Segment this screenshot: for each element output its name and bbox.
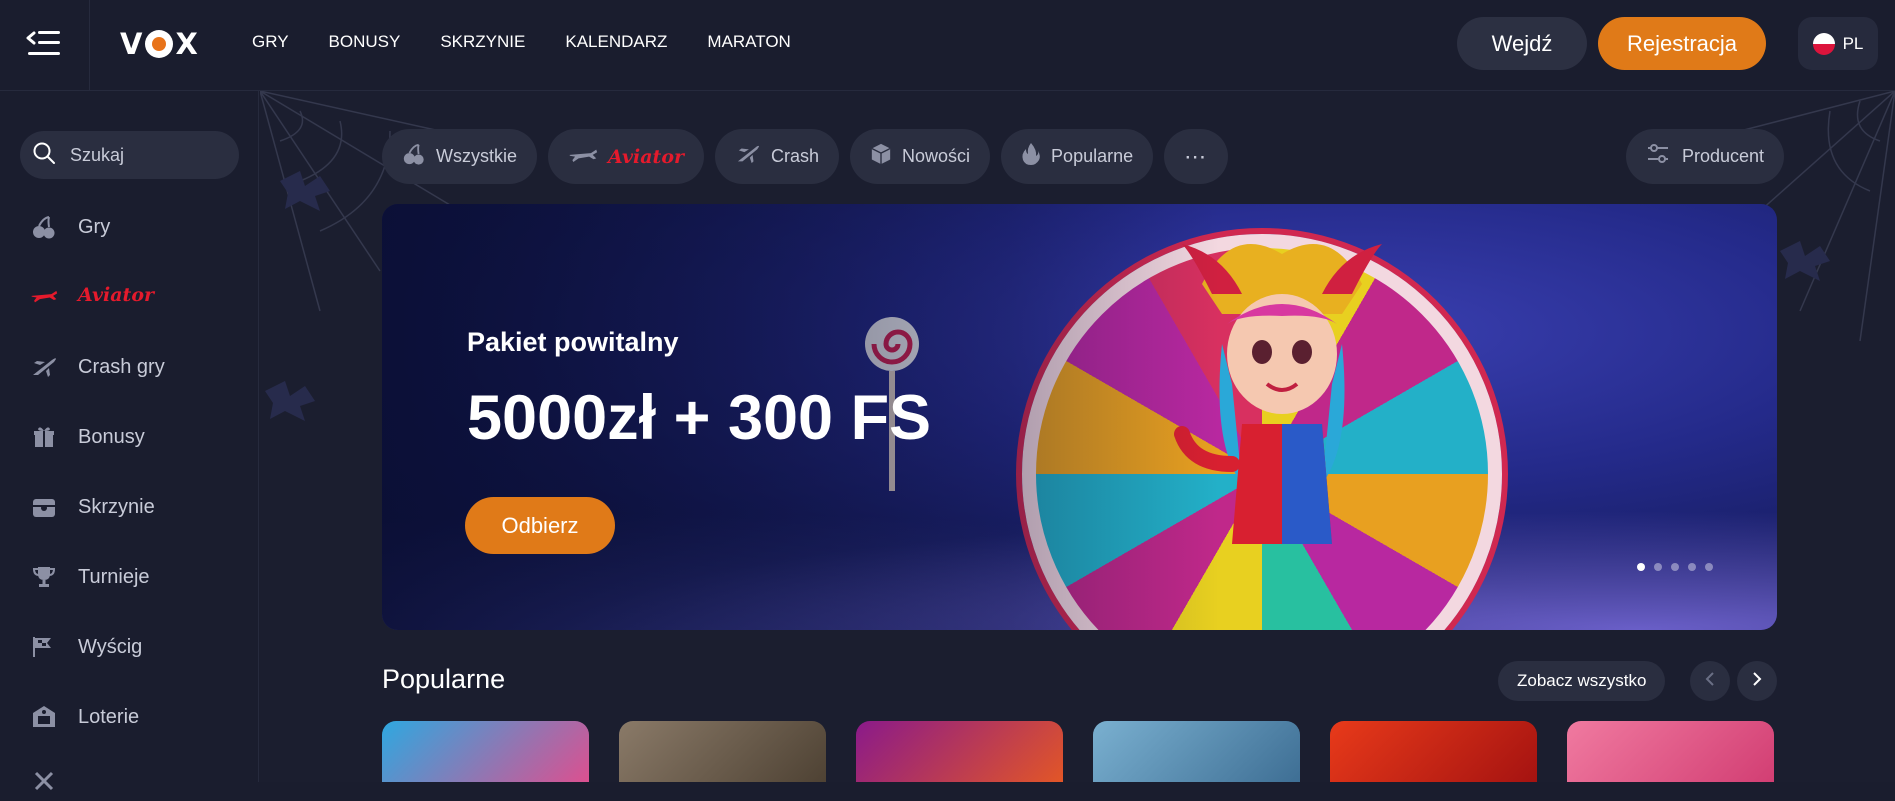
- jet-icon: [735, 143, 761, 170]
- prev-arrow-button[interactable]: [1690, 661, 1730, 701]
- main-content: Wszystkie Aviator Crash Nowości Popularn…: [260, 91, 1895, 782]
- carousel-dots: [1637, 563, 1713, 571]
- game-thumbnail[interactable]: [1330, 721, 1537, 782]
- carousel-dot[interactable]: [1654, 563, 1662, 571]
- filter-icon: [1646, 143, 1670, 170]
- carousel-dot[interactable]: [1705, 563, 1713, 571]
- sidebar-item-bonusy[interactable]: Bonusy: [30, 417, 145, 457]
- poland-flag-icon: [1812, 32, 1835, 55]
- bat-icon: [265, 381, 315, 421]
- register-button[interactable]: Rejestracja: [1598, 17, 1766, 70]
- nav-kalendarz[interactable]: KALENDARZ: [565, 32, 667, 52]
- popular-games-row: [382, 721, 1774, 782]
- category-bar: Wszystkie Aviator Crash Nowości Popularn…: [382, 129, 1229, 184]
- sidebar-item-gry[interactable]: Gry: [30, 207, 110, 247]
- next-arrow-button[interactable]: [1737, 661, 1777, 701]
- flame-icon: [1021, 142, 1041, 171]
- category-label: Crash: [771, 146, 820, 166]
- search-box[interactable]: [20, 131, 239, 179]
- nav-maraton[interactable]: MARATON: [707, 32, 790, 52]
- flags-icon: [30, 633, 58, 661]
- sidebar-item-crash[interactable]: Crash gry: [30, 347, 165, 387]
- chevron-right-icon: [1751, 671, 1763, 692]
- category-crash[interactable]: Crash: [715, 129, 840, 184]
- plane-icon: [568, 145, 598, 168]
- search-input[interactable]: [70, 144, 220, 166]
- claim-button[interactable]: Odbierz: [465, 497, 615, 554]
- cherries-icon: [30, 213, 58, 241]
- sidebar-item-label: Aviator: [78, 284, 154, 306]
- carousel-dot[interactable]: [1688, 563, 1696, 571]
- nav-skrzynie[interactable]: SKRZYNIE: [440, 32, 525, 52]
- category-popular[interactable]: Popularne: [1001, 129, 1154, 184]
- sidebar-item-label: Bonusy: [78, 425, 145, 448]
- game-thumbnail[interactable]: [619, 721, 826, 782]
- trophy-icon: [30, 563, 58, 591]
- sidebar-item-label: Gry: [78, 215, 111, 238]
- nav-bonusy[interactable]: BONUSY: [329, 32, 401, 52]
- sidebar-item-wyscig[interactable]: Wyścig: [30, 627, 142, 667]
- banner-title: 5000zł + 300 FS: [467, 383, 932, 453]
- category-label: Aviator: [608, 145, 684, 168]
- close-icon: [30, 767, 58, 795]
- logo[interactable]: VX: [120, 26, 199, 62]
- sidebar-item-label: Loterie: [78, 705, 140, 728]
- nav-gry[interactable]: GRY: [252, 32, 289, 52]
- sidebar-item-skrzynie[interactable]: Skrzynie: [30, 487, 155, 527]
- game-thumbnail[interactable]: [1093, 721, 1300, 782]
- game-thumbnail[interactable]: [382, 721, 589, 782]
- producer-filter[interactable]: Producent: [1626, 129, 1785, 184]
- category-new[interactable]: Nowości: [850, 129, 991, 184]
- search-icon: [32, 141, 56, 170]
- sidebar-item-partial[interactable]: [30, 761, 58, 801]
- sidebar-item-label: Crash gry: [78, 355, 165, 378]
- category-label: Wszystkie: [436, 146, 517, 166]
- carousel-dot[interactable]: [1671, 563, 1679, 571]
- collapse-menu-icon[interactable]: [26, 28, 62, 58]
- sidebar: Gry Aviator Crash gry Bonusy Skrzynie Tu…: [0, 91, 259, 791]
- top-nav: GRY BONUSY SKRZYNIE KALENDARZ MARATON: [252, 32, 791, 52]
- banner-subtitle: Pakiet powitalny: [467, 327, 679, 357]
- see-all-button[interactable]: Zobacz wszystko: [1498, 661, 1666, 701]
- lottery-icon: [30, 703, 58, 731]
- sidebar-item-aviator[interactable]: Aviator: [30, 275, 154, 315]
- jet-icon: [30, 353, 58, 381]
- sidebar-item-label: Skrzynie: [78, 495, 155, 518]
- sidebar-item-label: Wyścig: [78, 635, 143, 658]
- top-header: VX GRY BONUSY SKRZYNIE KALENDARZ MARATON…: [0, 0, 1895, 91]
- chest-icon: [30, 493, 58, 521]
- chevron-left-icon: [1704, 671, 1716, 692]
- more-icon: ⋯: [1184, 143, 1209, 169]
- category-all[interactable]: Wszystkie: [382, 129, 537, 184]
- language-selector[interactable]: PL: [1798, 17, 1878, 70]
- category-aviator[interactable]: Aviator: [548, 129, 704, 184]
- sidebar-item-turnieje[interactable]: Turnieje: [30, 557, 150, 597]
- producer-label: Producent: [1682, 146, 1765, 166]
- language-label: PL: [1842, 33, 1864, 53]
- carousel-dot[interactable]: [1637, 563, 1645, 571]
- header-divider: [89, 0, 90, 91]
- gift-icon: [30, 423, 58, 451]
- login-button[interactable]: Wejdź: [1457, 17, 1587, 70]
- game-thumbnail[interactable]: [856, 721, 1063, 782]
- cube-icon: [870, 143, 892, 170]
- plane-icon: [30, 281, 58, 309]
- sidebar-item-loterie[interactable]: Loterie: [30, 697, 139, 737]
- category-label: Nowości: [902, 146, 971, 166]
- section-title: Popularne: [382, 664, 506, 694]
- sidebar-item-label: Turnieje: [78, 565, 150, 588]
- game-thumbnail[interactable]: [1567, 721, 1774, 782]
- more-categories-button[interactable]: ⋯: [1164, 129, 1229, 184]
- cherries-icon: [402, 142, 426, 171]
- category-label: Popularne: [1051, 146, 1134, 166]
- promo-banner[interactable]: Pakiet powitalny 5000zł + 300 FS Odbierz: [382, 204, 1777, 630]
